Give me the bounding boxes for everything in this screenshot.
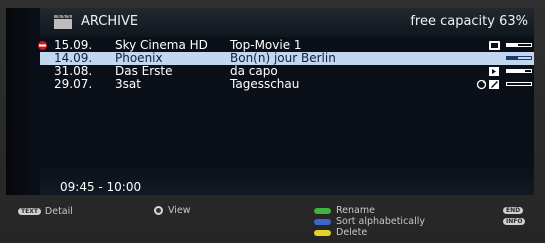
panel-left-strip	[6, 8, 40, 195]
recording-icon	[38, 41, 47, 50]
view-action[interactable]: View	[154, 205, 191, 216]
blue-key-icon	[314, 218, 331, 225]
watched-progress-fill	[507, 44, 518, 46]
page-title: ARCHIVE	[81, 14, 139, 29]
view-label: View	[168, 205, 191, 216]
end-key-icon: END	[503, 207, 524, 214]
resume-icon	[489, 67, 499, 76]
edited-icon	[489, 80, 499, 89]
delete-label: Delete	[336, 227, 368, 238]
free-capacity: free capacity 63%	[410, 14, 528, 29]
info-key-icon: INFO	[503, 218, 526, 225]
rename-action[interactable]: Rename	[314, 205, 375, 216]
repeat-icon	[476, 79, 487, 90]
yellow-key-icon	[314, 229, 331, 236]
recording-title: Tagesschau	[230, 77, 300, 91]
archive-panel: ARCHIVE free capacity 63% 15.09. Sky Cine…	[6, 8, 534, 195]
rename-label: Rename	[336, 205, 375, 216]
watched-progress-fill	[507, 70, 525, 72]
detail-action[interactable]: TEXT Detail	[18, 206, 73, 217]
delete-action[interactable]: Delete	[314, 227, 367, 238]
watched-progress-fill	[507, 57, 518, 59]
recordings-list: 15.09. Sky Cinema HD Top-Movie 1 14.09. Phoe…	[38, 39, 534, 91]
sort-action[interactable]: Sort alphabetically	[314, 216, 425, 227]
end-action[interactable]: END	[503, 205, 527, 216]
clapperboard-icon	[54, 15, 72, 29]
watched-progress-bar	[506, 56, 532, 60]
sort-label: Sort alphabetically	[336, 216, 426, 227]
status-icons	[472, 79, 500, 90]
footer-bar: TEXT Detail View Rename Sort alphabetical…	[0, 199, 545, 243]
selected-time: 09:45 - 10:00	[60, 180, 142, 194]
status-icons	[472, 66, 500, 77]
text-key-icon: TEXT	[18, 208, 41, 215]
watched-progress-bar	[506, 69, 532, 73]
watched-progress-bar	[506, 82, 532, 86]
recording-channel: 3sat	[115, 77, 141, 91]
ok-button-icon	[154, 206, 163, 215]
status-icons	[472, 40, 500, 51]
status-icons	[472, 53, 500, 64]
info-action[interactable]: INFO	[503, 216, 529, 227]
green-key-icon	[314, 207, 331, 214]
recording-date: 29.07.	[54, 77, 93, 91]
detail-label: Detail	[44, 206, 73, 217]
lock-icon	[489, 41, 500, 50]
watched-progress-bar	[506, 43, 532, 47]
recording-row[interactable]: 29.07. 3sat Tagesschau	[40, 78, 534, 91]
